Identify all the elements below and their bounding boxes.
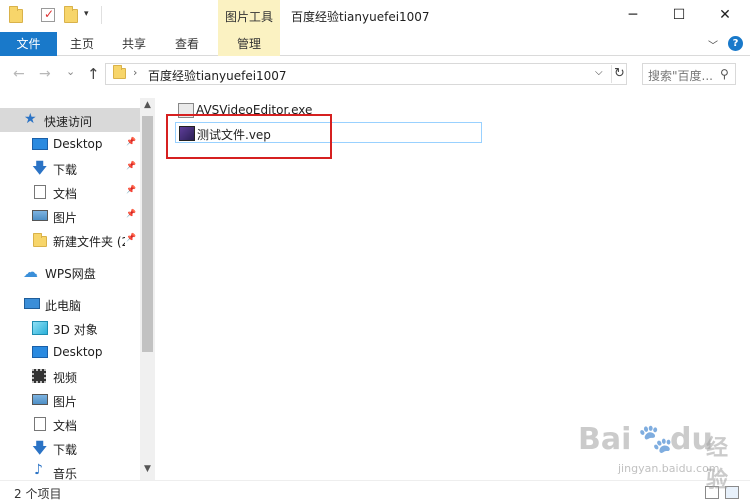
pin-icon[interactable]: 📌 <box>126 209 136 218</box>
toolbar-divider <box>101 6 102 24</box>
sidebar-item-label: 文档 <box>53 187 78 201</box>
tab-file[interactable]: 文件 <box>0 32 57 56</box>
pin-icon[interactable]: 📌 <box>126 185 136 194</box>
sidebar-item-this-pc[interactable]: 此电脑 <box>0 292 140 316</box>
document-icon <box>34 185 46 199</box>
tab-manage[interactable]: 管理 <box>218 32 280 56</box>
tab-home[interactable]: 主页 <box>64 32 100 56</box>
folder-icon[interactable] <box>9 6 23 23</box>
sidebar-item-label: Desktop <box>53 137 103 151</box>
watermark-brand: Bai <box>578 422 632 457</box>
ribbon-tabs: 文件 主页 共享 查看 管理 ﹀ ? <box>0 32 750 56</box>
properties-icon[interactable]: ✓ <box>41 7 55 22</box>
picture-icon <box>32 394 48 405</box>
recent-locations-icon[interactable]: ⌄ <box>66 65 75 78</box>
sidebar-item-label: 3D 对象 <box>53 323 98 337</box>
sidebar-item-wps-cloud[interactable]: ☁ WPS网盘 <box>0 260 140 284</box>
sidebar-item-new-folder[interactable]: 新建文件夹 (2 📌 <box>0 228 140 252</box>
breadcrumb-chevron-icon[interactable]: › <box>133 66 137 79</box>
minimize-button[interactable]: ─ <box>610 0 656 30</box>
forward-arrow-icon[interactable]: → <box>39 66 51 82</box>
download-icon: 🡇 <box>32 159 48 177</box>
folder-icon <box>113 65 126 79</box>
status-bar: 2 个项目 <box>0 480 750 504</box>
sidebar-item-label: 此电脑 <box>45 299 82 313</box>
refresh-icon[interactable]: ↻ <box>611 65 627 83</box>
maximize-button[interactable]: ☐ <box>656 0 702 30</box>
title-bar: ✓ ▾ 图片工具 百度经验tianyuefei1007 ─ ☐ ✕ <box>0 0 750 32</box>
sidebar-item-quick-access[interactable]: ★ 快速访问 <box>0 108 140 132</box>
sidebar-item-music[interactable]: ♪ 音乐 <box>0 460 140 480</box>
video-icon <box>32 369 46 383</box>
sidebar-item-desktop[interactable]: Desktop 📌 <box>0 132 140 156</box>
sidebar-item-label: Desktop <box>53 345 103 359</box>
address-bar[interactable]: › 百度经验tianyuefei1007 ⌵ ↻ <box>105 63 627 85</box>
sidebar-item-label: 新建文件夹 (2 <box>53 235 125 249</box>
scroll-up-icon[interactable]: ▲ <box>140 100 155 110</box>
navigation-pane: ★ 快速访问 Desktop 📌 🡇 下载 📌 文档 📌 图片 📌 新建文件夹 … <box>0 98 155 480</box>
new-folder-icon[interactable] <box>64 6 78 23</box>
sidebar-item-downloads[interactable]: 🡇 下载 <box>0 436 140 460</box>
document-icon <box>34 417 46 431</box>
sidebar-item-label: 图片 <box>53 395 78 409</box>
sidebar-item-label: 音乐 <box>53 467 78 480</box>
sidebar-item-documents[interactable]: 文档 <box>0 412 140 436</box>
context-tab-title: 图片工具 <box>218 0 280 32</box>
sidebar-item-label: 视频 <box>53 371 78 385</box>
sidebar-item-label: 文档 <box>53 419 78 433</box>
desktop-icon <box>32 138 48 150</box>
download-icon: 🡇 <box>32 439 48 457</box>
sidebar-item-label: 图片 <box>53 211 78 225</box>
item-count: 2 个项目 <box>14 487 62 501</box>
window-title: 百度经验tianyuefei1007 <box>291 10 430 24</box>
3d-objects-icon <box>32 321 48 335</box>
sidebar-item-3d-objects[interactable]: 3D 对象 <box>0 316 140 340</box>
up-arrow-icon[interactable]: ↑ <box>87 65 100 83</box>
sidebar-item-videos[interactable]: 视频 <box>0 364 140 388</box>
expand-ribbon-icon[interactable]: ﹀ <box>708 37 718 52</box>
computer-icon <box>24 298 40 309</box>
tab-share[interactable]: 共享 <box>116 32 152 56</box>
sidebar-scrollbar[interactable]: ▲ ▼ <box>140 98 155 480</box>
star-icon: ★ <box>24 111 37 127</box>
annotation-highlight-box <box>166 114 332 159</box>
sidebar-item-desktop[interactable]: Desktop <box>0 340 140 364</box>
address-dropdown-icon[interactable]: ⌵ <box>595 67 603 78</box>
sidebar-item-label: 快速访问 <box>44 115 93 129</box>
sidebar-item-downloads[interactable]: 🡇 下载 📌 <box>0 156 140 180</box>
sidebar-item-pictures[interactable]: 图片 <box>0 388 140 412</box>
help-icon[interactable]: ? <box>728 36 743 51</box>
navigation-bar: ← → ⌄ ↑ › 百度经验tianyuefei1007 ⌵ ↻ 搜索"百度..… <box>0 57 750 92</box>
scrollbar-thumb[interactable] <box>142 116 153 352</box>
desktop-icon <box>32 346 48 358</box>
back-arrow-icon[interactable]: ← <box>13 66 25 82</box>
sidebar-item-label: 下载 <box>53 443 78 457</box>
sidebar-item-pictures[interactable]: 图片 📌 <box>0 204 140 228</box>
tab-view[interactable]: 查看 <box>169 32 205 56</box>
breadcrumb-path[interactable]: 百度经验tianyuefei1007 <box>148 67 287 84</box>
paw-icon: 🐾 <box>638 422 673 455</box>
close-button[interactable]: ✕ <box>702 0 748 30</box>
baidu-watermark: Bai 🐾 du 经验 jingyan.baidu.com <box>578 420 738 493</box>
picture-icon <box>32 210 48 221</box>
pin-icon[interactable]: 📌 <box>126 233 136 242</box>
pin-icon[interactable]: 📌 <box>126 137 136 146</box>
pin-icon[interactable]: 📌 <box>126 161 136 170</box>
folder-icon <box>33 233 47 247</box>
music-icon: ♪ <box>34 462 43 478</box>
customize-toolbar-chevron-icon[interactable]: ▾ <box>84 9 89 19</box>
search-icon[interactable]: ⚲ <box>720 67 729 81</box>
sidebar-item-documents[interactable]: 文档 📌 <box>0 180 140 204</box>
scroll-down-icon[interactable]: ▼ <box>140 464 155 474</box>
sidebar-item-label: 下载 <box>53 163 78 177</box>
watermark-url: jingyan.baidu.com <box>618 462 720 475</box>
cloud-icon: ☁ <box>23 263 38 281</box>
sidebar-item-label: WPS网盘 <box>45 267 96 281</box>
